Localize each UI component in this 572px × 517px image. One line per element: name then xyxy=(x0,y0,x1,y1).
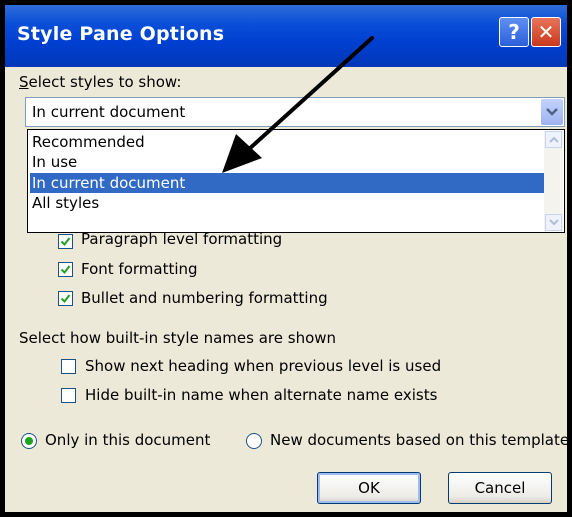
font-formatting-checkbox[interactable] xyxy=(58,262,73,277)
paragraph-formatting-checkbox[interactable] xyxy=(58,234,73,249)
select-styles-label: Select styles to show: xyxy=(19,73,182,91)
chevron-down-icon xyxy=(546,108,558,116)
select-styles-label-text: elect styles to show: xyxy=(28,73,182,91)
styles-dropdown[interactable]: In current document xyxy=(25,97,565,127)
new-documents-label: New documents based on this template xyxy=(270,431,567,449)
checkmark-icon xyxy=(60,265,71,275)
help-button[interactable]: ? xyxy=(499,17,529,47)
close-icon: ✕ xyxy=(537,20,555,44)
only-this-document-label: Only in this document xyxy=(45,431,211,449)
styles-dropdown-value: In current document xyxy=(32,103,186,121)
chevron-down-icon xyxy=(548,219,559,226)
new-documents-radio[interactable] xyxy=(246,433,262,449)
bullet-numbering-checkbox[interactable] xyxy=(58,291,73,306)
ok-button[interactable]: OK xyxy=(317,472,421,504)
checkmark-icon xyxy=(60,294,71,304)
paragraph-formatting-label: Paragraph level formatting xyxy=(81,230,283,248)
help-icon: ? xyxy=(508,20,520,44)
hide-builtin-name-checkbox[interactable] xyxy=(61,388,76,403)
show-next-heading-label: Show next heading when previous level is… xyxy=(85,357,442,375)
list-scrollbar[interactable] xyxy=(544,131,563,231)
radio-selected-dot xyxy=(25,437,33,445)
option-all-styles[interactable]: All styles xyxy=(30,193,544,213)
hide-builtin-name-label: Hide built-in name when alternate name e… xyxy=(85,386,438,404)
font-formatting-label: Font formatting xyxy=(81,260,198,278)
option-in-use[interactable]: In use xyxy=(30,152,544,172)
scroll-up-button[interactable] xyxy=(545,131,562,148)
screenshot-frame: Style Pane Options ? ✕ Select styles to … xyxy=(0,0,572,517)
bullet-numbering-label: Bullet and numbering formatting xyxy=(81,289,328,307)
ok-button-label: OK xyxy=(358,479,380,497)
only-this-document-radio[interactable] xyxy=(21,433,37,449)
checkmark-icon xyxy=(60,237,71,247)
scroll-down-button[interactable] xyxy=(545,214,562,231)
cancel-button[interactable]: Cancel xyxy=(448,472,552,504)
style-pane-options-dialog: Style Pane Options ? ✕ Select styles to … xyxy=(5,5,567,512)
chevron-up-icon xyxy=(548,136,559,143)
dialog-title: Style Pane Options xyxy=(17,23,225,45)
option-in-current-document[interactable]: In current document xyxy=(30,173,544,193)
close-button[interactable]: ✕ xyxy=(531,17,561,47)
styles-dropdown-button[interactable] xyxy=(541,99,563,125)
builtin-names-heading: Select how built-in style names are show… xyxy=(19,329,337,347)
cancel-button-label: Cancel xyxy=(474,479,526,497)
show-next-heading-checkbox[interactable] xyxy=(61,359,76,374)
title-bar: Style Pane Options ? ✕ xyxy=(5,5,567,67)
styles-dropdown-list: Recommended In use In current document A… xyxy=(27,129,565,233)
option-recommended[interactable]: Recommended xyxy=(30,132,544,152)
